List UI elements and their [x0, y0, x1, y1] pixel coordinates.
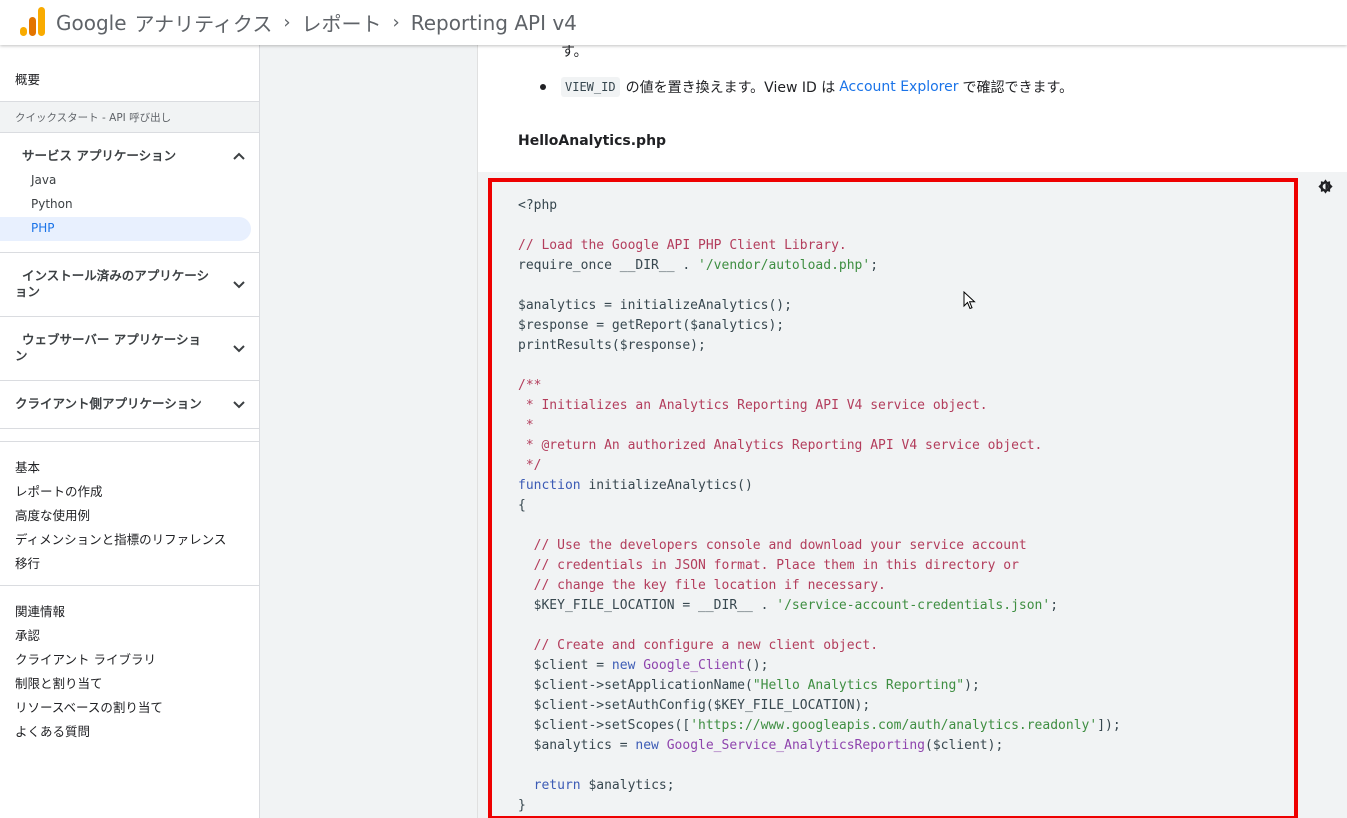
bullet-text-after: で確認できます。: [962, 80, 1074, 96]
article-content: す。 VIEW_ID の値を置き換えます。View ID は Account E…: [478, 44, 1347, 818]
nav-group-title[interactable]: サービス アプリケーション: [22, 148, 176, 164]
divider: [0, 585, 259, 586]
divider: [0, 428, 259, 429]
divider: [0, 380, 259, 381]
breadcrumb-reporting-api[interactable]: Reporting API v4: [411, 11, 577, 35]
nav-section-title: クイックスタート - API 呼び出し: [15, 112, 172, 124]
code-listing[interactable]: <?php // Load the Google API PHP Client …: [518, 196, 1121, 816]
top-app-bar: Google アナリティクス › レポート › Reporting API v4: [0, 0, 1347, 45]
nav-item-python[interactable]: Python: [31, 197, 73, 211]
product-google-label[interactable]: Google: [56, 11, 127, 35]
nav-dimensions-metrics-reference[interactable]: ディメンションと指標のリファレンス: [15, 529, 226, 548]
nav-client-libraries[interactable]: クライアント ライブラリ: [15, 649, 156, 668]
left-nav: 概要 クイックスタート - API 呼び出し サービス アプリケーション Jav…: [0, 45, 260, 818]
chevron-down-icon[interactable]: [233, 345, 245, 353]
nav-faq[interactable]: よくある質問: [15, 721, 90, 740]
nav-limits-quotas[interactable]: 制限と割り当て: [15, 673, 103, 692]
nav-creating-reports[interactable]: レポートの作成: [15, 481, 103, 500]
divider: [0, 316, 259, 317]
bullet-dot: [540, 84, 546, 90]
nav-group-title[interactable]: インストール済みのアプリケーシ: [22, 268, 209, 284]
chevron-up-icon[interactable]: [233, 152, 245, 160]
nav-migration[interactable]: 移行: [15, 553, 40, 572]
product-name-label[interactable]: アナリティクス: [135, 8, 273, 37]
nav-authorization[interactable]: 承認: [15, 625, 40, 644]
account-explorer-link[interactable]: Account Explorer: [839, 79, 958, 95]
nav-related-info[interactable]: 関連情報: [15, 601, 65, 620]
code-filename: HelloAnalytics.php: [518, 133, 667, 149]
page-gutter: [260, 45, 478, 818]
breadcrumb-reports[interactable]: レポート: [302, 8, 382, 37]
nav-group-title-cont[interactable]: ン: [15, 348, 28, 364]
nav-basics[interactable]: 基本: [15, 457, 40, 476]
inline-code: VIEW_ID: [561, 77, 620, 97]
breadcrumb: Google アナリティクス › レポート › Reporting API v4: [56, 8, 577, 37]
nav-group-title[interactable]: クライアント側アプリケーション: [15, 396, 202, 412]
nav-item-java[interactable]: Java: [31, 173, 56, 187]
bullet-text: の値を置き換えます。View ID は: [625, 80, 836, 96]
nav-item-php[interactable]: PHP: [31, 221, 55, 235]
breadcrumb-separator: ›: [392, 12, 400, 33]
nav-advanced-use-cases[interactable]: 高度な使用例: [15, 505, 90, 524]
theme-toggle-icon[interactable]: [1317, 178, 1334, 195]
chevron-down-icon[interactable]: [233, 401, 245, 409]
divider: [0, 441, 259, 442]
analytics-logo-icon[interactable]: [19, 6, 47, 36]
nav-resource-quotas[interactable]: リソースベースの割り当て: [15, 697, 163, 716]
chevron-down-icon[interactable]: [233, 281, 245, 289]
divider: [0, 252, 259, 253]
list-item: VIEW_ID の値を置き換えます。View ID は Account Expl…: [540, 77, 1073, 97]
nav-group-title-cont[interactable]: ョン: [15, 284, 40, 300]
breadcrumb-separator: ›: [283, 12, 291, 33]
nav-overview[interactable]: 概要: [15, 69, 40, 88]
mouse-cursor-icon: [963, 291, 976, 310]
nav-section-header: クイックスタート - API 呼び出し: [0, 101, 259, 133]
nav-group-title[interactable]: ウェブサーバー アプリケーショ: [22, 332, 201, 348]
